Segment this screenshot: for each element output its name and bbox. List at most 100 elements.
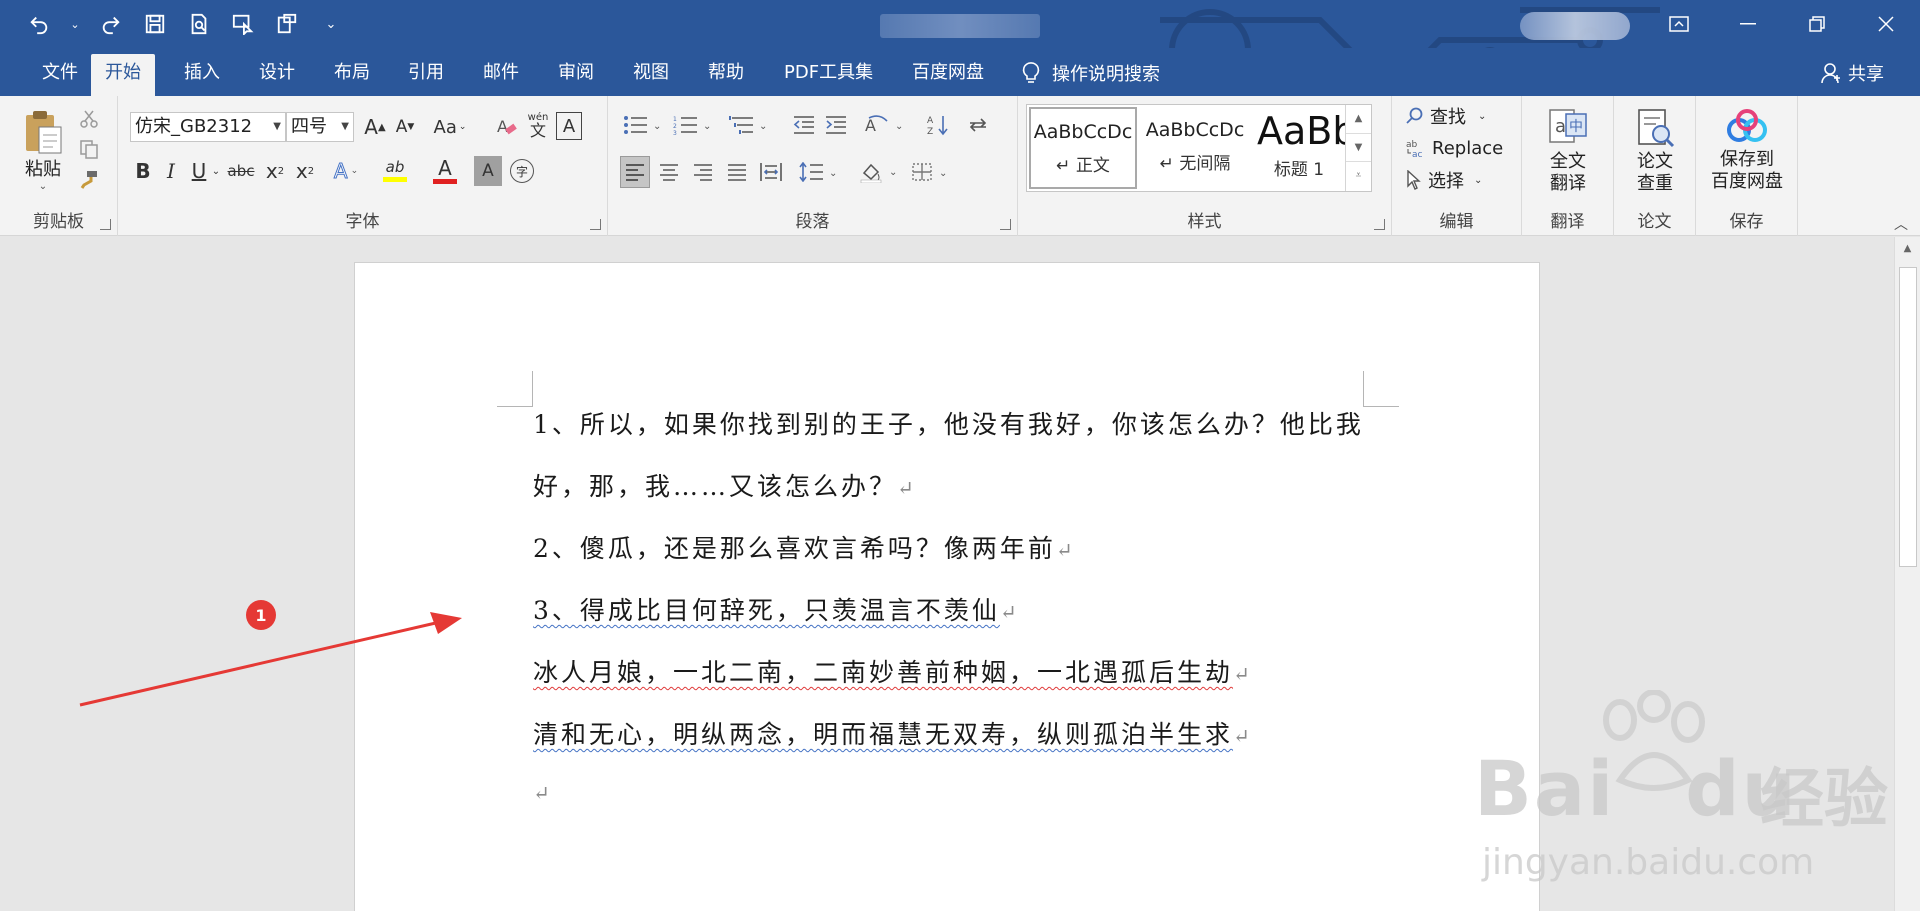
print-preview-icon[interactable] xyxy=(186,11,212,37)
close-icon[interactable] xyxy=(1851,0,1920,48)
numbering-icon[interactable]: 1 2 3 ⌄ xyxy=(670,110,716,140)
tab-references[interactable]: 引用 xyxy=(394,54,458,96)
font-name-select[interactable]: 仿宋_GB2312 ▼ xyxy=(130,112,286,142)
document-page[interactable]: 1、所以，如果你找到别的王子，他没有我好，你该怎么办？他比我 好，那，我……又该… xyxy=(354,262,1540,911)
shrink-font-icon[interactable]: A ▼ xyxy=(392,112,418,142)
chinese-layout-icon[interactable]: A ⌄ xyxy=(862,110,908,140)
undo-dropdown-icon[interactable]: ⌄ xyxy=(70,11,80,37)
bullets-icon[interactable]: ⌄ xyxy=(620,110,666,140)
minimize-icon[interactable] xyxy=(1713,0,1782,48)
plagiarism-check-button[interactable]: 论文 查重 xyxy=(1620,102,1690,198)
tab-home[interactable]: 开始 xyxy=(91,54,155,96)
bold-button[interactable]: B xyxy=(130,156,156,186)
doc-line-5: 冰人月娘，一北二南，二南妙善前种姻，一北遇孤后生劫↵ xyxy=(533,658,1250,687)
undo-icon[interactable] xyxy=(26,11,52,37)
cut-icon[interactable] xyxy=(76,106,102,132)
align-center-button[interactable] xyxy=(654,156,684,188)
svg-text:⌄: ⌄ xyxy=(889,167,897,178)
tab-layout[interactable]: 布局 xyxy=(320,54,384,96)
clear-formatting-icon[interactable]: A xyxy=(494,112,520,142)
find-button[interactable]: 查找 ⌄ xyxy=(1406,102,1516,130)
justify-button[interactable] xyxy=(722,156,752,188)
character-border-icon[interactable]: A xyxy=(556,112,582,140)
paragraph-launcher-icon[interactable] xyxy=(1000,219,1011,230)
translate-label-2: 翻译 xyxy=(1550,173,1586,194)
tell-me-search[interactable]: 操作说明搜索 xyxy=(1022,54,1160,92)
font-launcher-icon[interactable] xyxy=(590,219,601,230)
style-heading-1[interactable]: AaBb 标题 1 xyxy=(1253,107,1345,189)
format-painter-qat-icon[interactable] xyxy=(274,11,300,37)
scroll-up-icon[interactable]: ▲ xyxy=(1895,237,1920,261)
replace-button[interactable]: ab ac Replace xyxy=(1406,134,1522,162)
tab-design[interactable]: 设计 xyxy=(245,54,309,96)
paragraph-shading-icon[interactable]: ⌄ xyxy=(856,156,902,188)
save-icon[interactable] xyxy=(142,11,168,37)
align-right-button[interactable] xyxy=(688,156,718,188)
restore-icon[interactable] xyxy=(1782,0,1851,48)
svg-text:A: A xyxy=(865,116,876,135)
find-label: 查找 xyxy=(1430,107,1466,128)
select-button[interactable]: 选择 ⌄ xyxy=(1406,166,1516,194)
tab-file[interactable]: 文件 xyxy=(28,54,92,96)
strikethrough-button[interactable]: abc xyxy=(224,156,258,186)
scroll-thumb[interactable] xyxy=(1899,267,1917,567)
format-painter-icon[interactable] xyxy=(76,166,102,192)
underline-button[interactable]: U xyxy=(186,156,212,186)
multilevel-list-icon[interactable]: ⌄ xyxy=(726,110,772,140)
customize-qat-icon[interactable]: ⌄ xyxy=(318,11,344,37)
redo-icon[interactable] xyxy=(98,11,124,37)
editing-group: 查找 ⌄ ab ac Replace 选择 ⌄ 编辑 xyxy=(1392,96,1522,236)
gallery-more-icon[interactable]: ⩡ xyxy=(1346,161,1371,189)
decrease-indent-icon[interactable] xyxy=(790,110,818,140)
full-text-translate-button[interactable]: a中 全文 翻译 xyxy=(1532,102,1604,198)
share-button[interactable]: 共享 xyxy=(1820,54,1884,92)
tab-baidu-netdisk[interactable]: 百度网盘 xyxy=(898,54,998,96)
save-label-2: 百度网盘 xyxy=(1711,171,1783,192)
tab-mailings[interactable]: 邮件 xyxy=(469,54,533,96)
change-case-icon[interactable]: Aa ⌄ xyxy=(430,112,470,142)
gallery-up-icon[interactable]: ▲ xyxy=(1346,105,1371,133)
line-spacing-icon[interactable]: ⌄ xyxy=(796,156,842,188)
sort-icon[interactable]: AZ xyxy=(924,110,952,140)
tab-help[interactable]: 帮助 xyxy=(694,54,758,96)
copy-icon[interactable] xyxy=(76,136,102,162)
font-color-button[interactable]: A xyxy=(422,154,468,188)
borders-icon[interactable]: ⌄ xyxy=(908,156,954,188)
doc-line-empty: ↵ xyxy=(533,777,550,806)
touch-mode-icon[interactable] xyxy=(230,11,256,37)
tab-insert[interactable]: 插入 xyxy=(170,54,234,96)
person-icon xyxy=(1821,63,1840,84)
tab-view[interactable]: 视图 xyxy=(619,54,683,96)
align-left-button[interactable] xyxy=(620,156,650,188)
italic-button[interactable]: I xyxy=(158,156,184,186)
character-shading-button[interactable]: A xyxy=(474,156,502,186)
show-hide-marks-icon[interactable] xyxy=(964,110,992,140)
tab-review[interactable]: 审阅 xyxy=(544,54,608,96)
tab-pdf-tools[interactable]: PDF工具集 xyxy=(770,54,887,96)
superscript-button[interactable]: x2 xyxy=(292,156,318,186)
clipboard-launcher-icon[interactable] xyxy=(100,219,111,230)
enclose-characters-button[interactable]: 字 xyxy=(508,156,536,186)
style-normal[interactable]: AaBbCcDc ↵ 正文 xyxy=(1029,107,1137,189)
styles-launcher-icon[interactable] xyxy=(1374,219,1385,230)
paste-button[interactable]: 粘贴 ⌄ xyxy=(18,104,68,196)
subscript-button[interactable]: x2 xyxy=(262,156,288,186)
font-size-select[interactable]: 四号 ▼ xyxy=(286,112,354,142)
user-account-blurred[interactable] xyxy=(1520,12,1630,40)
ribbon-display-icon[interactable] xyxy=(1644,0,1713,48)
underline-dropdown-icon[interactable]: ⌄ xyxy=(210,156,222,186)
increase-indent-icon[interactable] xyxy=(822,110,850,140)
paste-dropdown-icon[interactable]: ⌄ xyxy=(39,181,47,192)
highlight-color-button[interactable]: ab xyxy=(372,154,418,188)
style-name: 标题 1 xyxy=(1273,160,1325,180)
search-icon xyxy=(1406,107,1423,124)
collapse-ribbon-icon[interactable]: ︿ xyxy=(1888,214,1914,234)
gallery-down-icon[interactable]: ▼ xyxy=(1346,133,1371,161)
style-no-spacing[interactable]: AaBbCcDc ↵ 无间隔 xyxy=(1141,107,1249,189)
style-name: ↵ 正文 xyxy=(1056,156,1110,176)
phonetic-guide-icon[interactable]: wén 文 xyxy=(524,108,552,144)
save-to-baidu-button[interactable]: 保存到 百度网盘 xyxy=(1700,102,1794,198)
grow-font-icon[interactable]: A ▲ xyxy=(362,112,388,142)
text-effects-button[interactable]: A ⌄ xyxy=(326,156,366,186)
distributed-button[interactable] xyxy=(756,156,786,188)
